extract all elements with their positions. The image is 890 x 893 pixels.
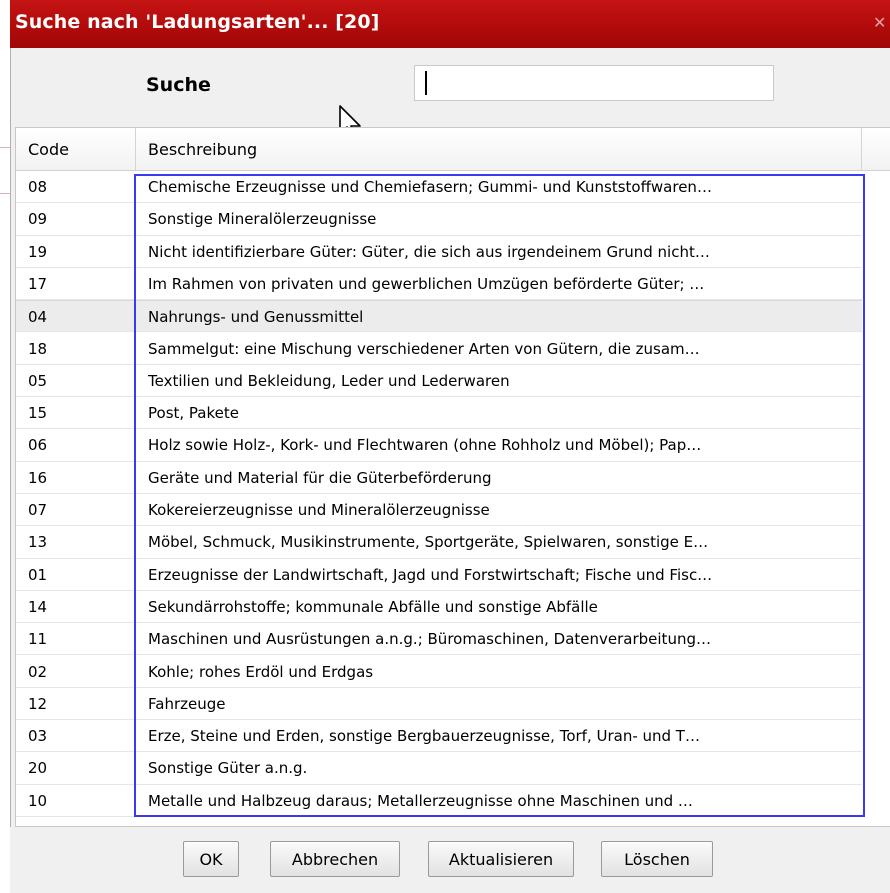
cancel-button[interactable]: Abbrechen bbox=[270, 841, 400, 877]
table-row[interactable]: 05 Textilien und Bekleidung, Leder und Le… bbox=[16, 365, 862, 398]
cell-code: 18 bbox=[28, 339, 48, 358]
table-row[interactable]: 20 Sonstige Güter a.n.g. bbox=[16, 752, 862, 785]
table-row[interactable]: 07 Kokereierzeugnisse und Mineralölerzeug… bbox=[16, 494, 862, 527]
cell-description: Erze, Steine und Erden, sonstige Bergbau… bbox=[148, 727, 700, 746]
column-header-description[interactable]: Beschreibung bbox=[136, 128, 862, 170]
cell-code: 03 bbox=[28, 727, 48, 746]
cell-code: 10 bbox=[28, 791, 48, 810]
table-header: Code Beschreibung bbox=[16, 128, 890, 171]
table-row[interactable]: 11 Maschinen und Ausrüstungen a.n.g.; Bür… bbox=[16, 623, 862, 656]
refresh-button[interactable]: Aktualisieren bbox=[428, 841, 574, 877]
close-icon[interactable]: ✕ bbox=[873, 14, 887, 32]
cell-description: Möbel, Schmuck, Musikinstrumente, Sportg… bbox=[148, 533, 709, 552]
ok-button[interactable]: OK bbox=[183, 841, 239, 877]
text-caret bbox=[425, 71, 427, 95]
cell-code: 12 bbox=[28, 694, 48, 713]
dialog-title: Suche nach 'Ladungsarten'... [20] bbox=[15, 11, 380, 33]
table-row[interactable]: 12 Fahrzeuge bbox=[16, 688, 862, 721]
clear-button[interactable]: Löschen bbox=[601, 841, 713, 877]
table-row[interactable]: 18 Sammelgut: eine Mischung verschiedener… bbox=[16, 333, 862, 365]
cell-code: 09 bbox=[28, 210, 48, 229]
cell-code: 05 bbox=[28, 371, 48, 390]
cell-description: Metalle und Halbzeug daraus; Metallerzeu… bbox=[148, 791, 693, 810]
cell-description: Kohle; rohes Erdöl und Erdgas bbox=[148, 662, 374, 681]
cell-code: 06 bbox=[28, 436, 48, 455]
cell-description: Erzeugnisse der Landwirtschaft, Jagd und… bbox=[148, 565, 713, 584]
column-header-code[interactable]: Code bbox=[16, 128, 136, 170]
cell-description: Holz sowie Holz-, Kork- und Flechtwaren … bbox=[148, 436, 702, 455]
search-input[interactable] bbox=[414, 65, 774, 101]
table-row[interactable]: 03 Erze, Steine und Erden, sonstige Bergb… bbox=[16, 720, 862, 753]
table-row[interactable]: 08 Chemische Erzeugnisse und Chemiefasern… bbox=[16, 171, 862, 204]
cell-description: Nahrungs- und Genussmittel bbox=[148, 308, 364, 327]
cell-code: 11 bbox=[28, 630, 48, 649]
cell-code: 20 bbox=[28, 759, 48, 778]
table-row[interactable]: 09 Sonstige Mineralölerzeugnisse bbox=[16, 203, 862, 236]
table-row[interactable]: 14 Sekundärrohstoffe; kommunale Abfälle u… bbox=[16, 591, 862, 624]
cell-description: Sonstige Mineralölerzeugnisse bbox=[148, 210, 377, 229]
search-label: Suche bbox=[146, 74, 211, 96]
cell-code: 14 bbox=[28, 597, 48, 616]
cell-description: Sonstige Güter a.n.g. bbox=[148, 759, 308, 778]
dialog-footer: OK Abbrechen Aktualisieren Löschen bbox=[10, 827, 890, 893]
table-row[interactable]: 19 Nicht identifizierbare Güter: Güter, d… bbox=[16, 236, 862, 268]
cell-code: 08 bbox=[28, 178, 48, 196]
cell-description: Geräte und Material für die Güterbeförde… bbox=[148, 468, 492, 487]
cell-description: Sammelgut: eine Mischung verschiedener A… bbox=[148, 339, 700, 358]
cell-description: Nicht identifizierbare Güter: Güter, die… bbox=[148, 242, 710, 261]
table-row[interactable]: 01 Erzeugnisse der Landwirtschaft, Jagd u… bbox=[16, 559, 862, 591]
cell-code: 07 bbox=[28, 501, 48, 519]
cell-description: Post, Pakete bbox=[148, 404, 239, 423]
cell-code: 04 bbox=[28, 308, 48, 327]
table-row[interactable]: 10 Metalle und Halbzeug daraus; Metallerz… bbox=[16, 785, 862, 817]
table-row[interactable]: 06 Holz sowie Holz-, Kork- und Flechtware… bbox=[16, 429, 862, 462]
cell-description: Maschinen und Ausrüstungen a.n.g.; Bürom… bbox=[148, 630, 711, 649]
cell-description: Textilien und Bekleidung, Leder und Lede… bbox=[148, 371, 510, 390]
cell-code: 17 bbox=[28, 274, 48, 293]
table-row[interactable]: 13 Möbel, Schmuck, Musikinstrumente, Spor… bbox=[16, 526, 862, 559]
cell-code: 19 bbox=[28, 242, 48, 261]
cell-code: 15 bbox=[28, 404, 48, 423]
cell-description: Kokereierzeugnisse und Mineralölerzeugni… bbox=[148, 501, 490, 519]
cell-description: Fahrzeuge bbox=[148, 694, 226, 713]
table-row[interactable]: 15 Post, Pakete bbox=[16, 397, 862, 430]
cell-description: Chemische Erzeugnisse und Chemiefasern; … bbox=[148, 178, 712, 196]
cell-code: 02 bbox=[28, 662, 48, 681]
cell-description: Sekundärrohstoffe; kommunale Abfälle und… bbox=[148, 597, 598, 616]
results-table: Code Beschreibung 08 Chemische Erzeugniss… bbox=[15, 127, 890, 827]
dialog-titlebar[interactable]: Suche nach 'Ladungsarten'... [20] ✕ bbox=[10, 0, 890, 48]
cell-code: 01 bbox=[28, 565, 48, 584]
table-row[interactable]: 16 Geräte und Material für die Güterbeför… bbox=[16, 462, 862, 494]
cell-description: Im Rahmen von privaten und gewerblichen … bbox=[148, 274, 705, 293]
cell-code: 13 bbox=[28, 533, 48, 552]
table-row[interactable]: 17 Im Rahmen von privaten und gewerbliche… bbox=[16, 268, 862, 301]
table-row[interactable]: 04 Nahrungs- und Genussmittel bbox=[16, 300, 862, 333]
table-row[interactable]: 02 Kohle; rohes Erdöl und Erdgas bbox=[16, 656, 862, 688]
cell-code: 16 bbox=[28, 468, 48, 487]
